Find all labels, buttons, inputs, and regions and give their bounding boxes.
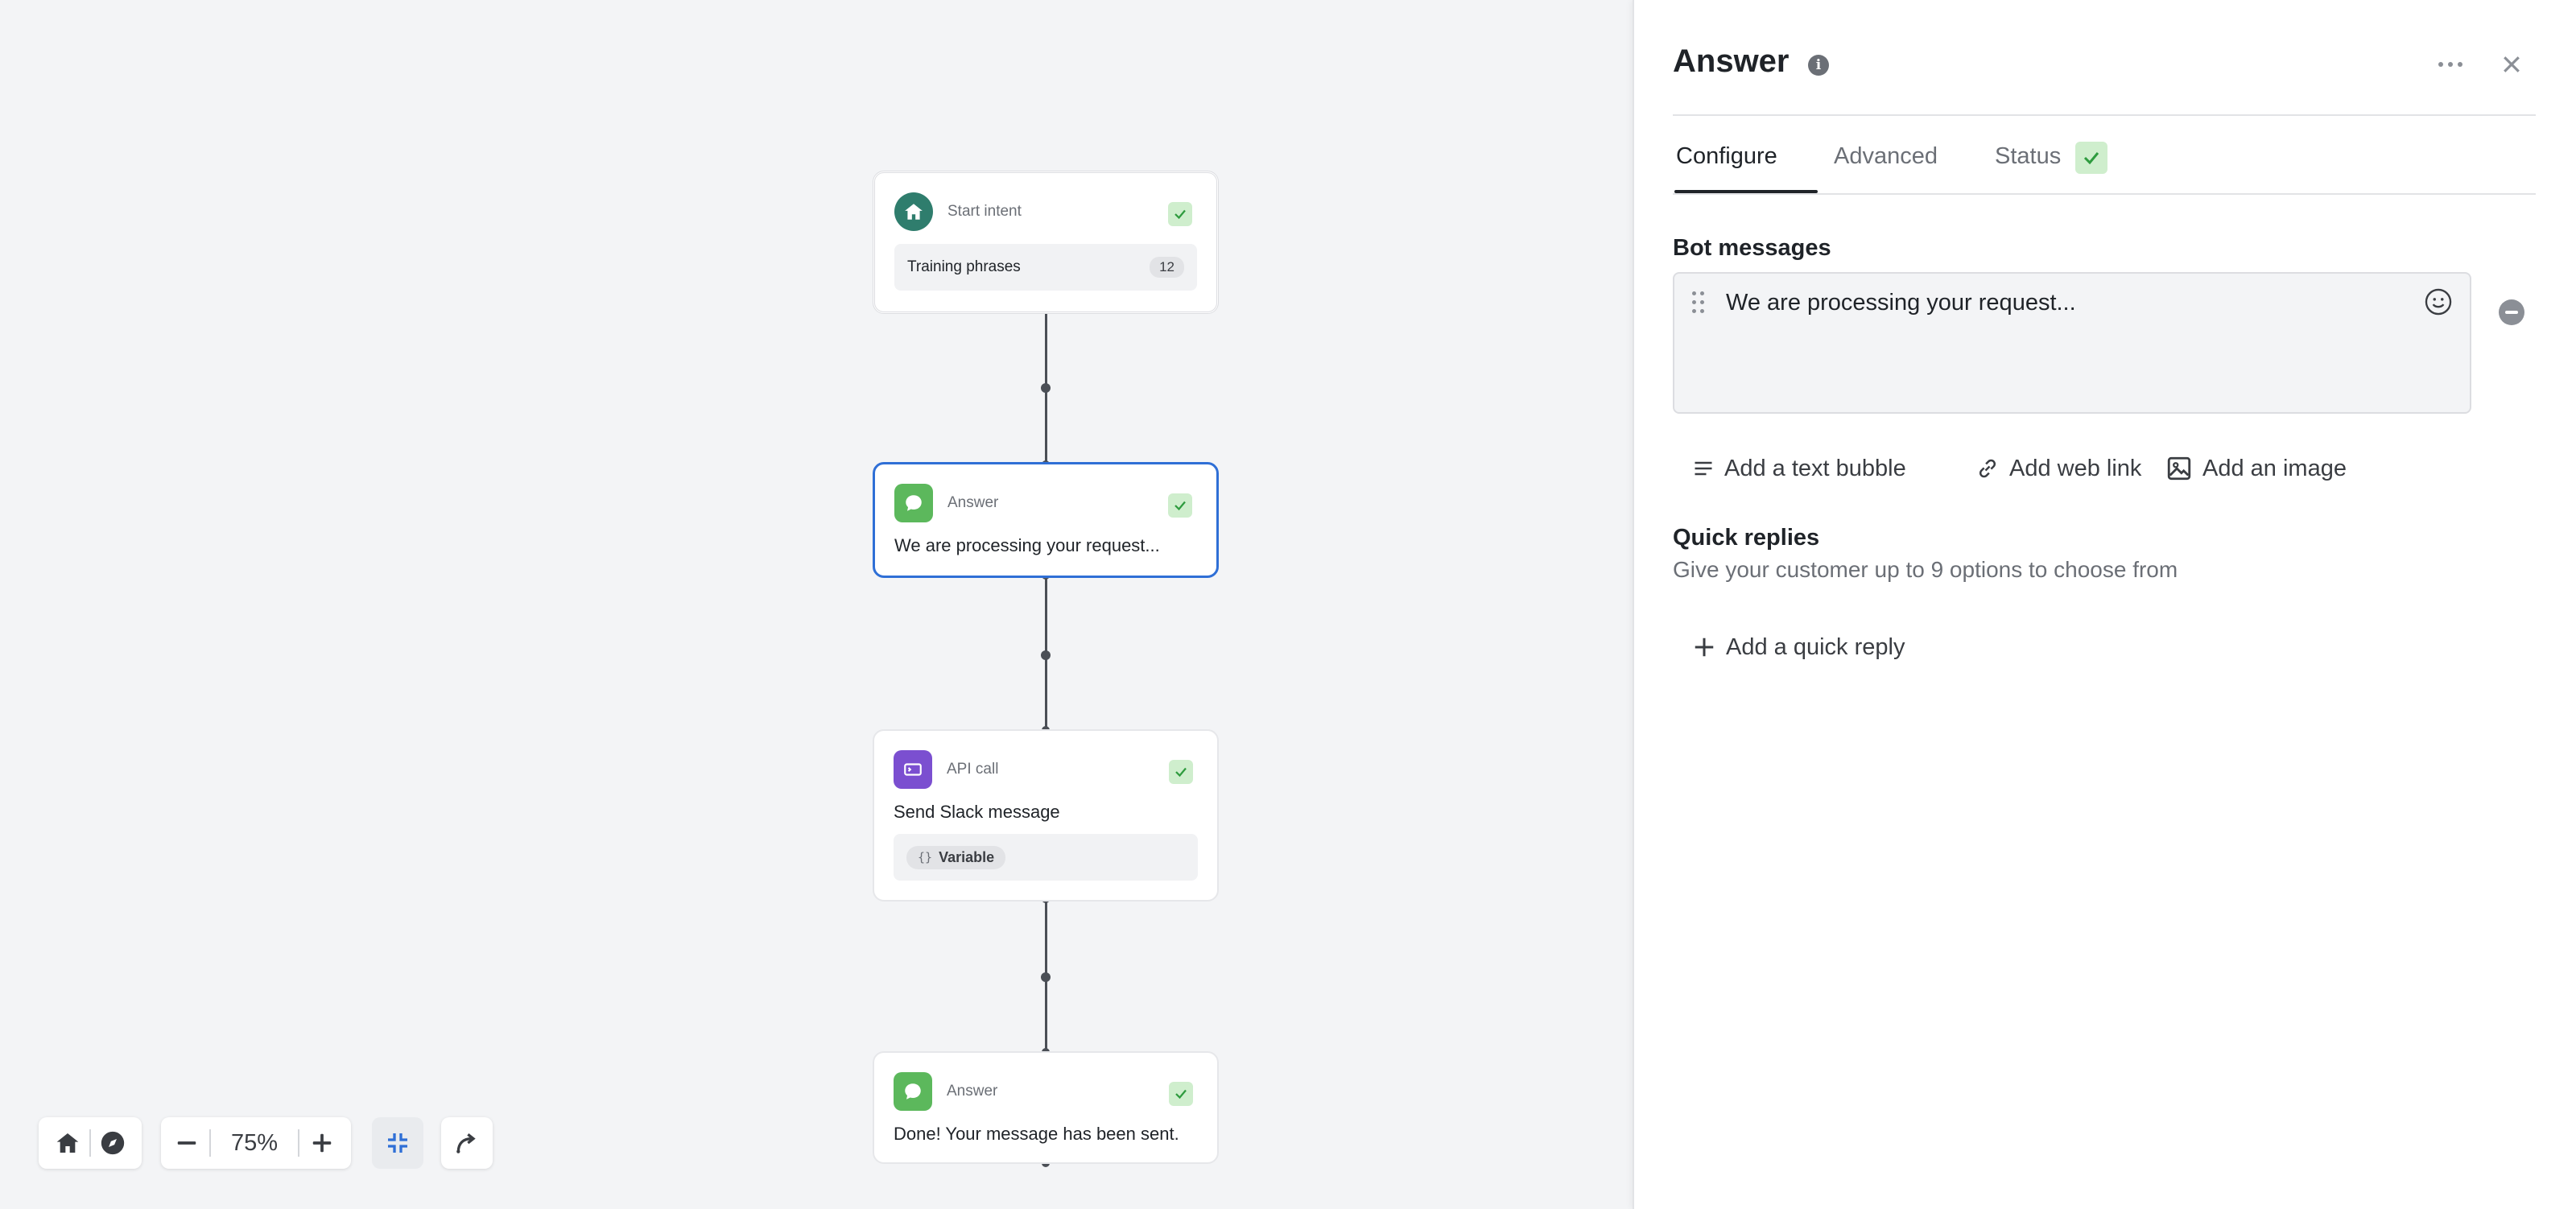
redirect-arrow-icon bbox=[456, 1133, 476, 1153]
home-icon bbox=[56, 1133, 78, 1153]
tab-status[interactable]: Status bbox=[1995, 143, 2061, 170]
bot-messages-label: Bot messages bbox=[1673, 235, 1831, 261]
add-text-bubble-label: Add a text bubble bbox=[1724, 455, 1906, 481]
start-intent-node[interactable]: Start intent Training phrases 12 bbox=[873, 171, 1219, 314]
properties-panel: Answer i Configure Advanced Status Bot m… bbox=[1633, 0, 2576, 1209]
panel-title: Answer bbox=[1673, 43, 1790, 79]
chat-bubble-icon bbox=[894, 484, 933, 522]
zoom-in-button[interactable] bbox=[299, 1117, 345, 1169]
view-controls bbox=[39, 1117, 142, 1169]
zoom-controls: 75% bbox=[161, 1117, 351, 1169]
add-web-link-label: Add web link bbox=[2009, 455, 2142, 481]
plus-icon bbox=[1695, 638, 1714, 657]
fit-view-button[interactable] bbox=[372, 1117, 423, 1169]
image-icon bbox=[2167, 456, 2191, 481]
home-icon bbox=[894, 192, 933, 231]
remove-message-icon[interactable] bbox=[2499, 299, 2524, 325]
node-message-text: Done! Your message has been sent. bbox=[894, 1124, 1179, 1144]
variable-field[interactable]: {} Variable bbox=[894, 834, 1198, 881]
quick-replies-description: Give your customer up to 9 options to ch… bbox=[1673, 557, 2178, 582]
zoom-out-button[interactable] bbox=[164, 1117, 209, 1169]
node-message-text: We are processing your request... bbox=[894, 535, 1160, 555]
add-text-bubble-button[interactable]: Add a text bubble bbox=[1692, 451, 1906, 486]
node-type-label: Start intent bbox=[947, 203, 1022, 220]
header-divider bbox=[1673, 114, 2536, 116]
home-view-button[interactable] bbox=[45, 1117, 89, 1169]
training-phrases-label: Training phrases bbox=[907, 258, 1021, 275]
check-icon bbox=[1168, 202, 1192, 226]
add-image-label: Add an image bbox=[2202, 455, 2347, 481]
training-phrases-field[interactable]: Training phrases 12 bbox=[894, 244, 1197, 291]
tab-configure[interactable]: Configure bbox=[1676, 143, 1777, 170]
api-call-node[interactable]: API call Send Slack message {} Variable bbox=[873, 729, 1219, 902]
minus-icon bbox=[177, 1141, 196, 1145]
count-badge: 12 bbox=[1150, 257, 1184, 278]
node-type-label: Answer bbox=[947, 494, 999, 511]
collapse-arrows-icon bbox=[388, 1133, 407, 1153]
variable-chip[interactable]: {} Variable bbox=[906, 845, 1006, 869]
flow-canvas[interactable]: Start intent Training phrases 12 Answer … bbox=[0, 0, 1633, 1209]
answer-node-selected[interactable]: Answer We are processing your request... bbox=[873, 462, 1219, 578]
connector-midpoint[interactable] bbox=[1041, 650, 1051, 660]
bot-message-text[interactable]: We are processing your request... bbox=[1726, 290, 2076, 316]
check-icon bbox=[1169, 1082, 1193, 1106]
more-options-icon[interactable] bbox=[2431, 48, 2470, 80]
connector-midpoint[interactable] bbox=[1041, 383, 1051, 393]
add-quick-reply-button[interactable]: Add a quick reply bbox=[1692, 629, 1905, 665]
plus-icon bbox=[312, 1133, 332, 1153]
navigate-button[interactable] bbox=[91, 1117, 135, 1169]
compass-icon bbox=[101, 1131, 125, 1155]
chat-bubble-icon bbox=[894, 1072, 932, 1111]
drag-handle-icon[interactable] bbox=[1692, 291, 1705, 316]
zoom-level: 75% bbox=[230, 1129, 279, 1156]
api-icon bbox=[894, 750, 932, 789]
node-type-label: Answer bbox=[947, 1083, 998, 1100]
node-type-label: API call bbox=[947, 761, 999, 778]
check-icon bbox=[1168, 493, 1192, 518]
variable-chip-label: Variable bbox=[939, 848, 995, 865]
add-web-link-button[interactable]: Add web link bbox=[1975, 451, 2141, 486]
answer-node[interactable]: Answer Done! Your message has been sent. bbox=[873, 1051, 1219, 1164]
quick-replies-label: Quick replies bbox=[1673, 525, 1820, 551]
emoji-icon[interactable] bbox=[2423, 287, 2454, 321]
add-quick-reply-label: Add a quick reply bbox=[1726, 633, 1905, 660]
braces-icon: {} bbox=[918, 850, 933, 864]
text-lines-icon bbox=[1695, 461, 1712, 476]
status-check-icon bbox=[2075, 142, 2107, 174]
tabs-divider bbox=[1673, 193, 2536, 195]
link-icon bbox=[1979, 459, 1996, 478]
check-icon bbox=[1169, 760, 1193, 784]
bot-message-editor[interactable]: We are processing your request... bbox=[1673, 272, 2471, 414]
connector-midpoint[interactable] bbox=[1041, 972, 1051, 982]
info-icon[interactable]: i bbox=[1808, 55, 1829, 76]
node-action-text: Send Slack message bbox=[894, 802, 1060, 822]
add-image-button[interactable]: Add an image bbox=[2165, 451, 2347, 486]
tab-advanced[interactable]: Advanced bbox=[1834, 143, 1938, 170]
close-icon[interactable] bbox=[2492, 45, 2531, 84]
auto-layout-button[interactable] bbox=[441, 1117, 493, 1169]
